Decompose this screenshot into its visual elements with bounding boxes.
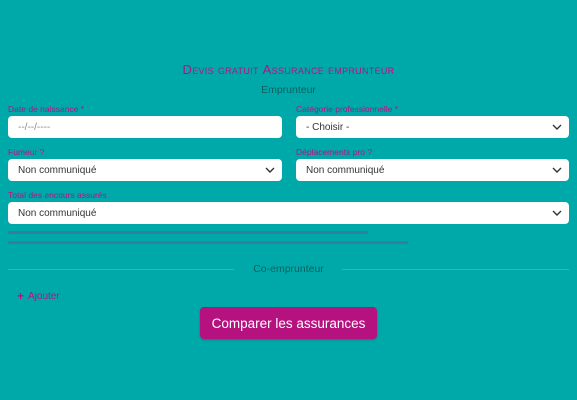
smoker-select[interactable]: Non communiqué: [8, 159, 282, 181]
category-label: Catégorie professionnelle *: [296, 104, 399, 114]
add-coborrower-link[interactable]: + Ajouter: [17, 289, 60, 303]
divider-right: [342, 269, 569, 270]
legal-note-line: [8, 229, 568, 236]
compare-button[interactable]: Comparer les assurances: [200, 307, 377, 339]
total-label: Total des encours assurés: [8, 190, 107, 200]
chevron-down-icon: [552, 167, 562, 173]
form-title: Devis gratuit Assurance emprunteur: [182, 62, 395, 77]
chevron-down-icon: [552, 210, 562, 216]
smoker-value: Non communiqué: [18, 164, 97, 176]
birth-date-label: Date de naissance *: [8, 104, 85, 114]
chevron-down-icon: [552, 124, 562, 130]
category-select[interactable]: - Choisir -: [296, 116, 569, 138]
smoker-label: Fumeur ?: [8, 147, 45, 157]
travel-select[interactable]: Non communiqué: [296, 159, 569, 181]
total-value: Non communiqué: [18, 207, 97, 219]
chevron-down-icon: [265, 167, 275, 173]
birth-date-input[interactable]: --/--/----: [8, 116, 282, 138]
add-label: Ajouter: [28, 290, 60, 302]
total-select[interactable]: Non communiqué: [8, 202, 569, 224]
birth-date-placeholder: --/--/----: [18, 121, 51, 133]
travel-label: Déplacements pro ?: [296, 147, 373, 157]
legal-note-line: [8, 239, 568, 246]
category-value: - Choisir -: [306, 121, 350, 133]
section-borrower: Emprunteur: [261, 84, 316, 96]
plus-icon: +: [17, 289, 25, 303]
travel-value: Non communiqué: [306, 164, 385, 176]
